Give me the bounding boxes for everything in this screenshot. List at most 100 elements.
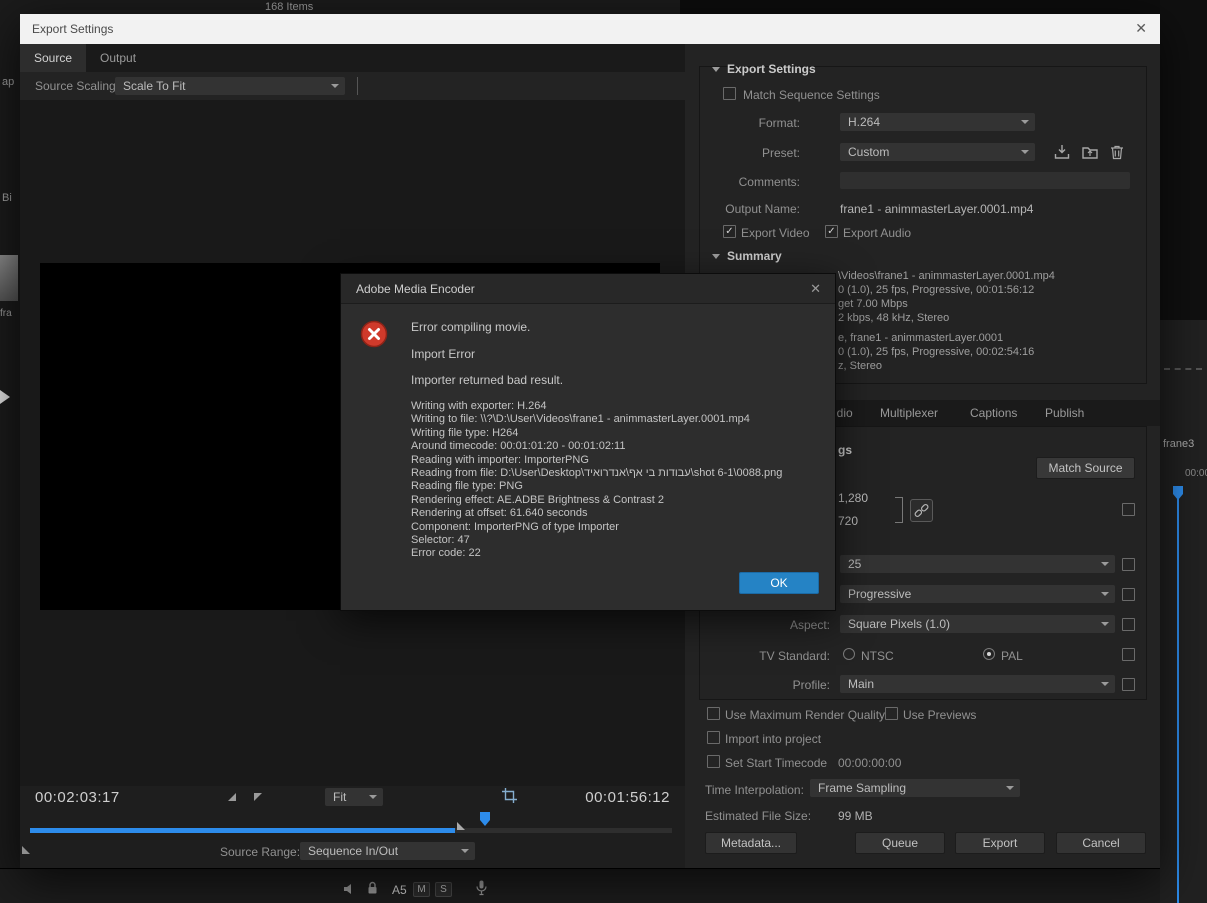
export-settings-header: Export Settings xyxy=(727,62,816,76)
dialog-close-icon[interactable]: ✕ xyxy=(810,281,821,297)
range-handle-icon[interactable] xyxy=(457,822,465,830)
caret-down-icon xyxy=(1021,120,1029,124)
error-icon xyxy=(360,320,388,351)
error-detail-line: Reading from file: D:\User\Desktop\עבודו… xyxy=(411,467,783,480)
source-scaling-dropdown[interactable]: Scale To Fit xyxy=(115,77,345,95)
comments-input[interactable] xyxy=(840,172,1130,189)
error-details: Writing with exporter: H.264 Writing to … xyxy=(411,400,782,561)
export-audio-label: Export Audio xyxy=(843,226,912,240)
project-panel-fragment: fra xyxy=(0,308,12,319)
disclosure-icon[interactable] xyxy=(712,67,720,72)
crop-icon[interactable] xyxy=(502,788,517,806)
error-detail-line: Rendering effect: AE.ADBE Brightness & C… xyxy=(411,493,664,506)
aspect-dropdown[interactable]: Square Pixels (1.0) xyxy=(840,615,1115,633)
caret-down-icon xyxy=(1101,592,1109,596)
field-order-override-checkbox[interactable] xyxy=(1122,588,1135,601)
set-start-timecode-label: Set Start Timecode xyxy=(725,756,828,770)
dimensions-override-checkbox[interactable] xyxy=(1122,503,1135,516)
delete-preset-icon[interactable] xyxy=(1109,144,1125,163)
tv-standard-override-checkbox[interactable] xyxy=(1122,648,1135,661)
summary-line: 0 (1.0), 25 fps, Progressive, 00:02:54:1… xyxy=(838,346,1035,358)
window-titlebar[interactable]: Export Settings ✕ xyxy=(20,14,1160,44)
frame-rate-override-checkbox[interactable] xyxy=(1122,558,1135,571)
tab-captions[interactable]: Captions xyxy=(970,406,1017,420)
disclosure-icon[interactable] xyxy=(712,254,720,259)
profile-dropdown[interactable]: Main xyxy=(840,675,1115,693)
profile-label: Profile: xyxy=(792,678,830,692)
resize-grip-icon[interactable] xyxy=(22,846,30,854)
lock-icon[interactable] xyxy=(367,881,378,898)
export-audio-checkbox[interactable]: ✓ xyxy=(825,225,838,238)
use-previews-checkbox[interactable] xyxy=(885,707,898,720)
time-interpolation-dropdown[interactable]: Frame Sampling xyxy=(810,779,1020,797)
play-icon xyxy=(0,390,10,404)
set-start-timecode-checkbox[interactable] xyxy=(707,755,720,768)
background-right-column: frane3 00:00 xyxy=(1160,0,1207,903)
playhead-icon[interactable] xyxy=(480,812,490,826)
pal-radio[interactable] xyxy=(983,648,995,660)
scrubber-range-fill[interactable] xyxy=(30,828,455,833)
use-previews-label: Use Previews xyxy=(903,708,977,722)
link-icon xyxy=(914,503,929,521)
height-value[interactable]: 720 xyxy=(838,514,858,528)
source-scaling-label: Source Scaling: xyxy=(35,79,120,93)
match-sequence-checkbox[interactable] xyxy=(723,87,736,100)
window-title: Export Settings xyxy=(32,22,114,36)
timeline-playhead-icon[interactable] xyxy=(1173,486,1183,500)
error-detail-line: Selector: 47 xyxy=(411,534,470,547)
save-preset-icon[interactable] xyxy=(1053,144,1071,163)
aspect-override-checkbox[interactable] xyxy=(1122,618,1135,631)
mic-icon[interactable] xyxy=(476,880,487,899)
import-into-project-checkbox[interactable] xyxy=(707,731,720,744)
format-label: Format: xyxy=(758,116,800,130)
tab-source[interactable]: Source xyxy=(20,44,87,72)
ok-button[interactable]: OK xyxy=(739,572,819,594)
error-detail-line: Writing file type: H264 xyxy=(411,426,519,439)
in-point-icon[interactable] xyxy=(228,793,236,801)
error-detail-line: Writing to file: \\?\D:\User\Videos\fran… xyxy=(411,413,750,426)
preset-dropdown[interactable]: Custom xyxy=(840,143,1035,161)
clip-fragment xyxy=(1164,368,1202,370)
tab-output[interactable]: Output xyxy=(86,44,150,72)
error-message: Importer returned bad result. xyxy=(411,373,564,387)
out-point-icon[interactable] xyxy=(254,793,262,801)
preset-label: Preset: xyxy=(761,146,800,160)
link-dimensions-button[interactable] xyxy=(910,499,933,522)
tab-multiplexer[interactable]: Multiplexer xyxy=(880,406,938,420)
summary-line: e, frane1 - animmasterLayer.0001 xyxy=(838,332,1004,344)
metadata-button[interactable]: Metadata... xyxy=(705,832,797,854)
export-video-checkbox[interactable]: ✓ xyxy=(723,225,736,238)
set-start-timecode-value: 00:00:00:00 xyxy=(838,756,902,770)
frame-rate-dropdown[interactable]: 25 xyxy=(840,555,1115,573)
cancel-button[interactable]: Cancel xyxy=(1056,832,1146,854)
ntsc-radio[interactable] xyxy=(843,648,855,660)
width-value[interactable]: 1,280 xyxy=(838,491,868,505)
solo-button[interactable]: S xyxy=(435,882,452,897)
background-monitor-edge xyxy=(680,0,1207,14)
queue-button[interactable]: Queue xyxy=(855,832,945,854)
max-render-quality-checkbox[interactable] xyxy=(707,707,720,720)
import-preset-icon[interactable] xyxy=(1081,144,1099,163)
error-detail-line: Reading with importer: ImporterPNG xyxy=(411,453,589,466)
summary-header: Summary xyxy=(727,249,782,263)
tab-publish[interactable]: Publish xyxy=(1045,406,1084,420)
zoom-level-dropdown[interactable]: Fit xyxy=(325,788,383,806)
caret-down-icon xyxy=(1101,562,1109,566)
field-order-dropdown[interactable]: Progressive xyxy=(840,585,1115,603)
tv-standard-label: TV Standard: xyxy=(759,649,830,663)
format-dropdown[interactable]: H.264 xyxy=(840,113,1035,131)
source-range-dropdown[interactable]: Sequence In/Out xyxy=(300,842,475,860)
dialog-titlebar[interactable]: Adobe Media Encoder ✕ xyxy=(341,274,835,304)
speaker-icon[interactable] xyxy=(343,883,355,898)
match-source-button[interactable]: Match Source xyxy=(1036,457,1135,479)
mute-button[interactable]: M xyxy=(413,882,430,897)
source-range-label: Source Range: xyxy=(220,845,301,859)
dimension-bracket xyxy=(895,497,903,523)
estimated-file-size-value: 99 MB xyxy=(838,809,873,823)
window-close-icon[interactable]: ✕ xyxy=(1135,20,1147,37)
comments-label: Comments: xyxy=(738,175,800,189)
output-name-value[interactable]: frane1 - animmasterLayer.0001.mp4 xyxy=(840,202,1033,216)
profile-override-checkbox[interactable] xyxy=(1122,678,1135,691)
export-button[interactable]: Export xyxy=(955,832,1045,854)
scrubber-track[interactable] xyxy=(30,828,672,833)
